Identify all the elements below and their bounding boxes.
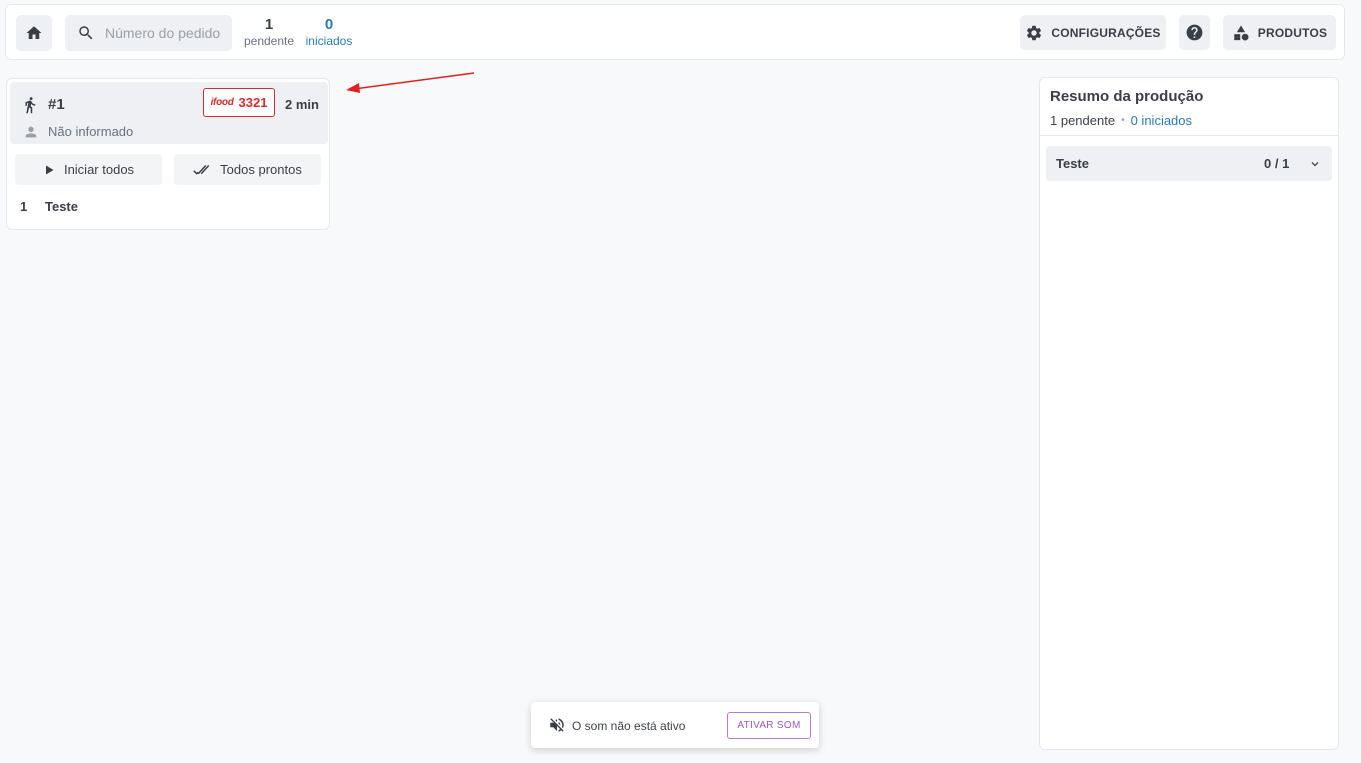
annotation-arrow — [346, 72, 475, 93]
summary-pending: 1 pendente — [1050, 113, 1116, 128]
gear-icon — [1027, 25, 1042, 40]
start-all-label: Iniciar todos — [63, 162, 135, 177]
products-label: PRODUTOS — [1257, 25, 1328, 40]
pending-count: 1 — [264, 16, 274, 33]
start-all-button[interactable]: Iniciar todos — [15, 154, 162, 185]
search-input[interactable] — [105, 25, 225, 41]
enable-sound-button[interactable]: ATIVAR SOM — [727, 712, 811, 739]
pending-counter[interactable]: 1 pendente — [243, 17, 295, 49]
started-counter[interactable]: 0 iniciados — [304, 17, 354, 49]
summary-divider — [1040, 135, 1338, 136]
products-button[interactable]: PRODUTOS — [1223, 15, 1336, 50]
walking-person-icon — [25, 97, 36, 114]
shapes-icon — [1234, 25, 1249, 40]
started-label: iniciados — [305, 34, 353, 48]
settings-label: CONFIGURAÇÕES — [1051, 25, 1161, 40]
customer-name: Não informado — [48, 124, 134, 139]
person-icon — [25, 126, 37, 138]
all-ready-label: Todos prontos — [220, 162, 302, 177]
production-summary-panel: Resumo da produção 1 pendente • 0 inicia… — [1039, 77, 1339, 750]
settings-button[interactable]: CONFIGURAÇÕES — [1020, 15, 1166, 50]
sound-toast: O som não está ativo ATIVAR SOM — [531, 702, 819, 748]
volume-off-icon — [550, 718, 564, 732]
help-button[interactable] — [1179, 15, 1210, 50]
double-check-icon — [193, 164, 210, 175]
order-search[interactable] — [65, 15, 232, 51]
summary-product-name: Teste — [1056, 156, 1089, 171]
summary-separator: • — [1121, 115, 1125, 126]
play-icon — [45, 165, 54, 174]
channel-badge: ifood 3321 — [203, 88, 275, 117]
summary-product-count: 0 / 1 — [1264, 156, 1290, 171]
sound-message: O som não está ativo — [572, 719, 686, 733]
home-icon — [26, 26, 42, 39]
order-header[interactable]: #1 ifood 3321 2 min Não informado — [10, 82, 328, 144]
pending-label: pendente — [243, 34, 295, 48]
home-button[interactable] — [16, 15, 52, 51]
item-name[interactable]: Teste — [45, 199, 78, 214]
search-icon — [79, 26, 93, 40]
summary-started: 0 iniciados — [1130, 113, 1193, 128]
elapsed-time: 2 min — [285, 97, 319, 112]
summary-counts: 1 pendente • 0 iniciados — [1050, 113, 1192, 128]
item-quantity: 1 — [20, 199, 28, 214]
all-ready-button[interactable]: Todos prontos — [174, 154, 321, 185]
summary-title: Resumo da produção — [1050, 88, 1204, 105]
help-icon — [1186, 24, 1203, 41]
chevron-down-icon[interactable] — [1308, 157, 1322, 171]
summary-row[interactable]: Teste 0 / 1 — [1046, 146, 1332, 181]
top-bar: 1 pendente 0 iniciados CONFIGURAÇÕES PRO… — [5, 4, 1345, 60]
order-number: #1 — [48, 96, 65, 113]
channel-order-code: 3321 — [238, 95, 268, 110]
started-count: 0 — [324, 16, 334, 33]
ifood-logo: ifood — [210, 97, 234, 108]
order-card: #1 ifood 3321 2 min Não informado Inicia… — [6, 78, 330, 230]
